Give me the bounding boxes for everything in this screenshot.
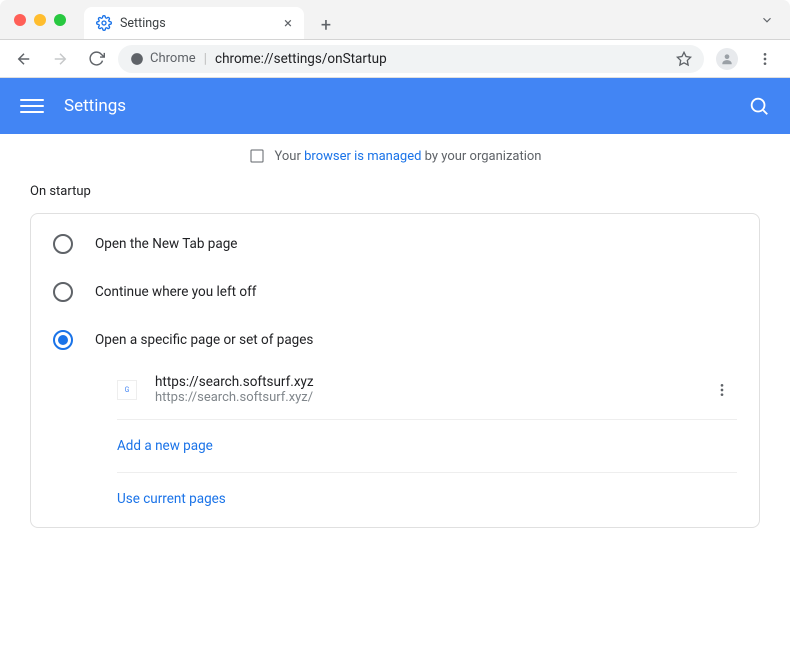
radio-label: Open a specific page or set of pages: [95, 332, 313, 348]
traffic-lights: [0, 14, 66, 26]
radio-icon: [53, 234, 73, 254]
chrome-icon: [130, 52, 144, 66]
gear-icon: [96, 15, 112, 31]
building-icon: [249, 148, 265, 164]
radio-label: Continue where you left off: [95, 284, 257, 300]
url-text: chrome://settings/onStartup: [215, 51, 387, 67]
new-tab-button[interactable]: +: [312, 11, 340, 39]
search-icon[interactable]: [748, 95, 770, 117]
tab-strip: Settings × +: [84, 0, 340, 39]
radio-icon: [53, 282, 73, 302]
radio-continue-where-left-off[interactable]: Continue where you left off: [31, 268, 759, 316]
forward-button[interactable]: [46, 45, 74, 73]
back-button[interactable]: [10, 45, 38, 73]
radio-label: Open the New Tab page: [95, 236, 237, 252]
startup-page-title: https://search.softsurf.xyz: [155, 374, 314, 390]
url-divider: |: [204, 51, 207, 67]
startup-card: Open the New Tab page Continue where you…: [30, 213, 760, 528]
divider: [117, 419, 737, 420]
minimize-window-button[interactable]: [34, 14, 46, 26]
add-new-page-link[interactable]: Add a new page: [31, 424, 759, 468]
tab-overflow-button[interactable]: [760, 13, 774, 27]
banner-suffix: by your organization: [421, 149, 541, 164]
banner-prefix: Your: [275, 149, 305, 164]
settings-header: Settings: [0, 78, 790, 134]
profile-avatar-button[interactable]: [712, 44, 742, 74]
settings-content: Your browser is managed by your organiza…: [0, 134, 790, 659]
page-favicon-icon: G: [117, 380, 137, 400]
radio-icon-selected: [53, 330, 73, 350]
settings-title: Settings: [64, 96, 126, 116]
close-tab-button[interactable]: ×: [284, 14, 292, 32]
browser-managed-link[interactable]: browser is managed: [304, 149, 421, 164]
browser-toolbar: Chrome | chrome://settings/onStartup: [0, 40, 790, 78]
management-banner: Your browser is managed by your organiza…: [0, 134, 790, 184]
radio-open-new-tab[interactable]: Open the New Tab page: [31, 220, 759, 268]
startup-page-url: https://search.softsurf.xyz/: [155, 390, 314, 405]
window-titlebar: Settings × +: [0, 0, 790, 40]
address-bar[interactable]: Chrome | chrome://settings/onStartup: [118, 45, 704, 73]
page-entry-menu-button[interactable]: [707, 375, 737, 405]
divider: [117, 472, 737, 473]
browser-tab-settings[interactable]: Settings ×: [84, 7, 304, 39]
maximize-window-button[interactable]: [54, 14, 66, 26]
close-window-button[interactable]: [14, 14, 26, 26]
tab-title: Settings: [120, 16, 166, 31]
use-current-pages-link[interactable]: Use current pages: [31, 477, 759, 521]
radio-open-specific-pages[interactable]: Open a specific page or set of pages: [31, 316, 759, 364]
site-identity: Chrome: [130, 51, 196, 66]
bookmark-star-icon[interactable]: [676, 51, 692, 67]
section-title: On startup: [0, 184, 790, 213]
page-texts: https://search.softsurf.xyz https://sear…: [155, 374, 314, 405]
startup-page-entry: G https://search.softsurf.xyz https://se…: [31, 364, 759, 415]
banner-text: Your browser is managed by your organiza…: [275, 149, 542, 164]
menu-icon[interactable]: [20, 94, 44, 118]
browser-menu-button[interactable]: [750, 44, 780, 74]
reload-button[interactable]: [82, 45, 110, 73]
site-label: Chrome: [150, 51, 196, 66]
